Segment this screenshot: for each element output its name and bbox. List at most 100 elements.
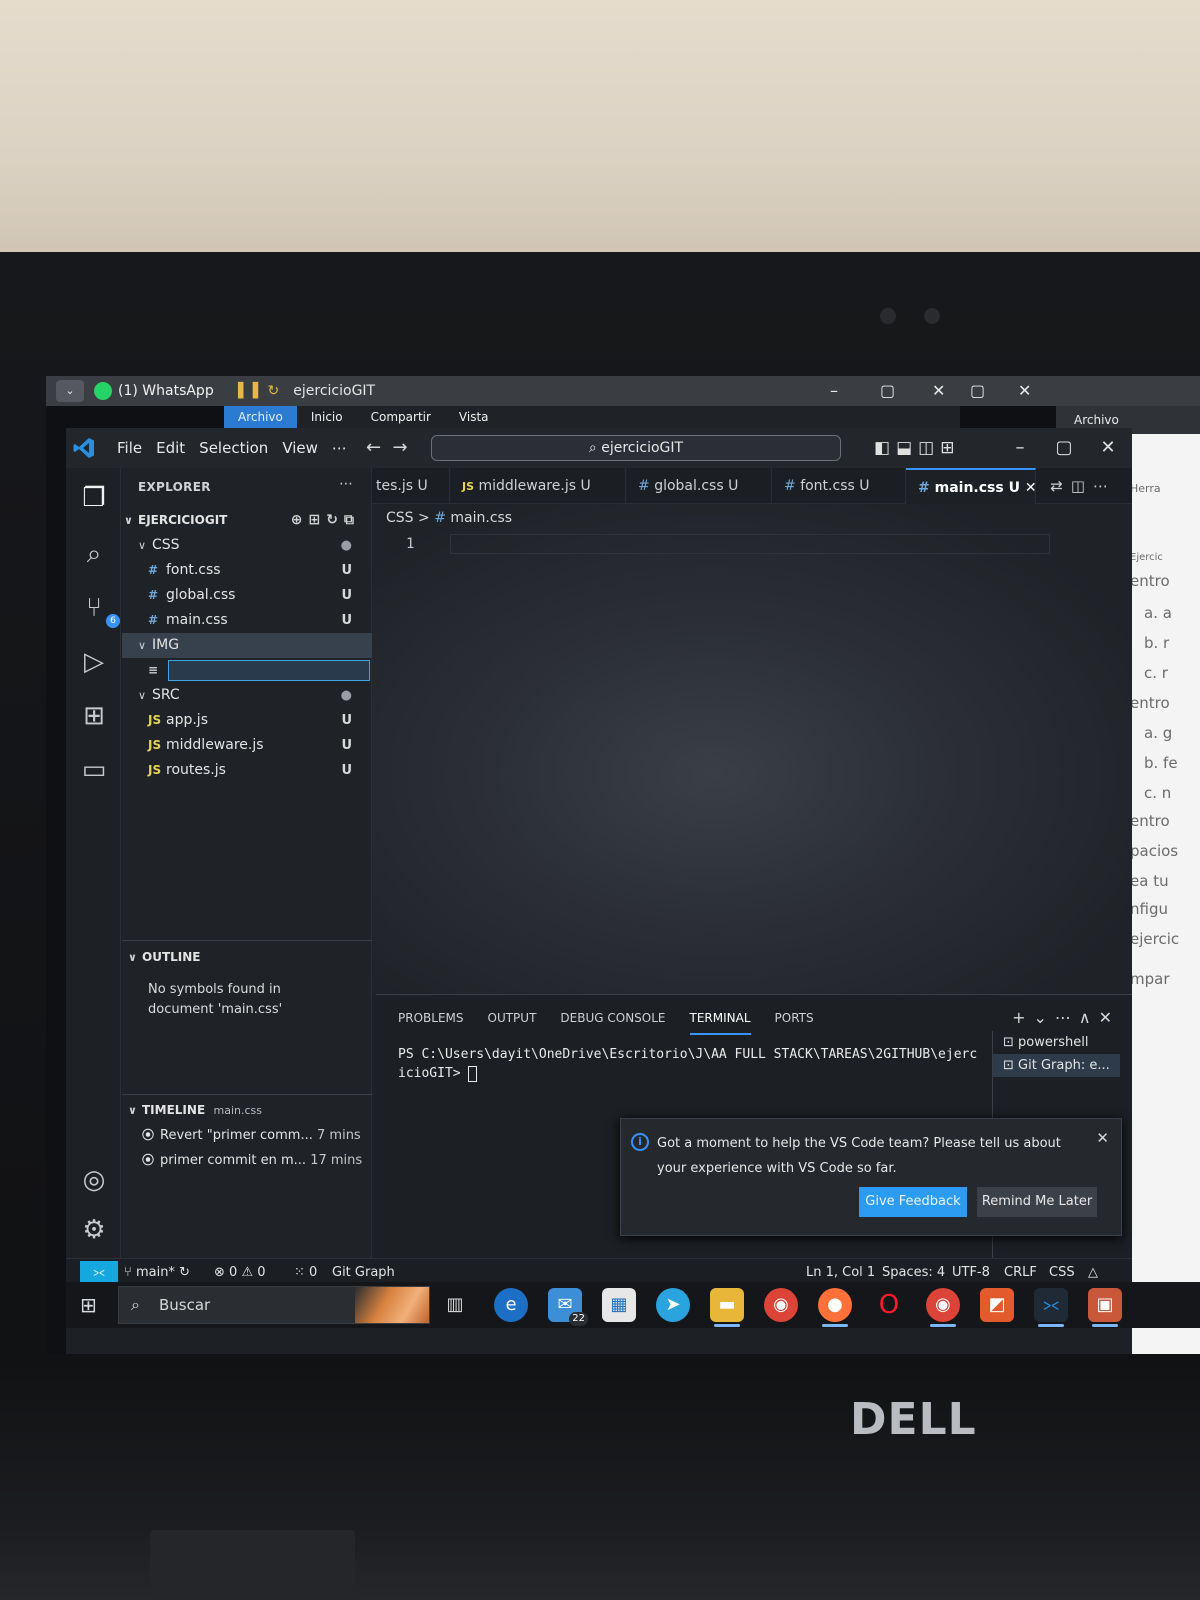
remind-later-button[interactable]: Remind Me Later	[977, 1187, 1097, 1217]
whatsapp-tab[interactable]: (1) WhatsApp	[94, 379, 224, 404]
tab-main-css[interactable]: # main.css U ✕	[906, 468, 1037, 504]
tree-file-main-css[interactable]: # main.css U	[122, 608, 372, 633]
settings-gear-icon[interactable]: ⚙	[76, 1212, 112, 1248]
tab-global-css[interactable]: # global.css U	[626, 468, 772, 504]
windows-start-icon[interactable]: ⊞	[80, 1294, 97, 1316]
tree-file-app-js[interactable]: JS app.js U	[122, 708, 372, 733]
close-icon[interactable]: ✕	[1086, 428, 1130, 468]
tree-new-file-row[interactable]: ≡	[122, 658, 372, 683]
terminal-item-git-graph[interactable]: ⊡ Git Graph: e...	[993, 1054, 1120, 1077]
toggle-panel-icon[interactable]: ⬓	[896, 438, 918, 458]
terminal-output[interactable]: PS C:\Users\dayit\OneDrive\Escritorio\J\…	[398, 1045, 978, 1083]
new-file-name-input[interactable]	[168, 660, 370, 681]
panel-tab-ports[interactable]: PORTS	[775, 1003, 814, 1033]
taskbar-search[interactable]: ⌕ Buscar	[118, 1286, 430, 1324]
tree-folder-img[interactable]: ∨ IMG	[122, 633, 372, 658]
explorer-files-icon[interactable]: ❐	[76, 480, 112, 516]
new-file-icon[interactable]: ⊕	[291, 512, 309, 528]
opera-icon[interactable]: O	[872, 1288, 906, 1322]
minimize-icon[interactable]: –	[830, 379, 838, 403]
refresh-icon[interactable]: ↻	[326, 512, 344, 528]
tree-file-middleware-js[interactable]: JS middleware.js U	[122, 733, 372, 758]
menu-view[interactable]: View	[275, 428, 325, 468]
more-actions-icon[interactable]: ⋯	[1093, 477, 1116, 495]
close-tab-icon[interactable]: ✕	[1025, 480, 1037, 496]
tree-file-font-css[interactable]: # font.css U	[122, 558, 372, 583]
current-line-highlight[interactable]	[450, 534, 1050, 554]
editor-area[interactable]	[372, 504, 1132, 994]
root-folder-row[interactable]: ∨ EJERCICIOGIT ⊕⊞↻⧉	[122, 508, 372, 533]
edge-icon[interactable]: e	[494, 1288, 528, 1322]
restore-icon[interactable]: ▢	[970, 379, 985, 403]
remote-explorer-icon[interactable]: ▭	[76, 752, 112, 788]
search-icon[interactable]: ⌕	[76, 536, 112, 572]
customize-layout-icon[interactable]: ⊞	[940, 438, 960, 458]
new-terminal-icon[interactable]: +	[1012, 1008, 1033, 1027]
ribbon-tab-vista[interactable]: Vista	[445, 406, 503, 428]
command-center[interactable]: ⌕ ejercicioGIT	[431, 435, 841, 461]
chrome-profile-icon[interactable]: ◉	[926, 1288, 960, 1327]
explorer-more-icon[interactable]: ⋯	[339, 476, 359, 492]
tree-folder-css[interactable]: ∨ CSS ●	[122, 533, 372, 558]
close-notification-icon[interactable]: ✕	[1096, 1129, 1109, 1147]
close-icon[interactable]: ✕	[932, 379, 945, 403]
new-folder-icon[interactable]: ⊞	[309, 512, 327, 528]
timeline-item[interactable]: ⦿ Revert "primer comm... 7 mins	[122, 1123, 372, 1148]
store-icon[interactable]: ▦	[602, 1288, 636, 1322]
chevron-down-icon[interactable]: ⌄	[1033, 1008, 1054, 1027]
toggle-sidebar-icon[interactable]: ◧	[874, 438, 896, 458]
run-debug-icon[interactable]: ▷	[76, 644, 112, 680]
minimize-icon[interactable]: –	[998, 428, 1042, 468]
tree-folder-src[interactable]: ∨ SRC ●	[122, 683, 372, 708]
close-panel-icon[interactable]: ✕	[1099, 1008, 1120, 1027]
breadcrumb-folder[interactable]: CSS	[386, 510, 414, 526]
tab-font-css[interactable]: # font.css U	[772, 468, 906, 504]
sync-icon[interactable]: ↻	[179, 1265, 190, 1280]
menu-edit[interactable]: Edit	[149, 428, 192, 468]
split-editor-icon[interactable]: ◫	[1071, 477, 1093, 495]
accounts-icon[interactable]: ◎	[76, 1162, 112, 1198]
maximize-panel-icon[interactable]: ∧	[1079, 1008, 1099, 1027]
chrome-icon[interactable]: ◉	[764, 1288, 798, 1322]
maximize-icon[interactable]: ▢	[1042, 428, 1086, 468]
tree-file-routes-js[interactable]: JS routes.js U	[122, 758, 372, 783]
close-window-icon[interactable]: ✕	[1018, 379, 1031, 403]
tab-middleware-js[interactable]: JS middleware.js U	[450, 468, 626, 504]
ribbon-tab-inicio[interactable]: Inicio	[297, 406, 357, 428]
collapse-all-icon[interactable]: ⧉	[344, 512, 360, 528]
timeline-header[interactable]: ∨ TIMELINE main.css	[122, 1098, 372, 1123]
mail-icon[interactable]: ✉ 22	[548, 1288, 588, 1326]
back-arrow-icon[interactable]: ←	[366, 437, 381, 458]
tab-list-chevron-icon[interactable]: ⌄	[56, 380, 84, 402]
office-icon[interactable]: ◩	[980, 1288, 1014, 1322]
panel-tab-terminal[interactable]: TERMINAL	[689, 1003, 751, 1035]
source-control-icon[interactable]: ⑂ 6	[76, 590, 120, 628]
breadcrumb-file[interactable]: main.css	[450, 510, 512, 526]
ribbon-tab-archivo[interactable]: Archivo	[224, 406, 297, 428]
maximize-icon[interactable]: ▢	[880, 379, 895, 403]
extensions-icon[interactable]: ⊞	[76, 698, 112, 734]
panel-tab-debug-console[interactable]: DEBUG CONSOLE	[560, 1003, 665, 1033]
more-actions-icon[interactable]: ⋯	[1055, 1008, 1079, 1027]
firefox-icon[interactable]: ●	[818, 1288, 852, 1327]
menu-more[interactable]: ⋯	[325, 428, 354, 468]
menu-file[interactable]: File	[110, 428, 149, 468]
task-view-icon[interactable]: ▥	[438, 1288, 472, 1322]
vscode-taskbar-icon[interactable]: ⪥	[1034, 1288, 1068, 1327]
terminal-item-powershell[interactable]: ⊡ powershell	[993, 1031, 1120, 1054]
outline-header[interactable]: ∨ OUTLINE	[122, 945, 372, 970]
tab-routes-js[interactable]: tes.js U	[372, 468, 450, 504]
app-icon[interactable]: ▣	[1088, 1288, 1122, 1327]
panel-tab-problems[interactable]: PROBLEMS	[398, 1003, 464, 1033]
toggle-secondary-sidebar-icon[interactable]: ◫	[918, 438, 940, 458]
give-feedback-button[interactable]: Give Feedback	[859, 1187, 967, 1217]
ribbon-tab-compartir[interactable]: Compartir	[357, 406, 445, 428]
file-explorer-icon[interactable]: ▬	[710, 1288, 744, 1327]
forward-arrow-icon[interactable]: →	[393, 437, 408, 458]
panel-tab-output[interactable]: OUTPUT	[488, 1003, 537, 1033]
quick-access-toolbar-icon[interactable]: ▌▌↻	[238, 383, 283, 399]
menu-selection[interactable]: Selection	[192, 428, 275, 468]
telegram-icon[interactable]: ➤	[656, 1288, 690, 1322]
timeline-item[interactable]: ⦿ primer commit en m... 17 mins	[122, 1148, 372, 1173]
open-changes-icon[interactable]: ⇄	[1050, 477, 1071, 495]
